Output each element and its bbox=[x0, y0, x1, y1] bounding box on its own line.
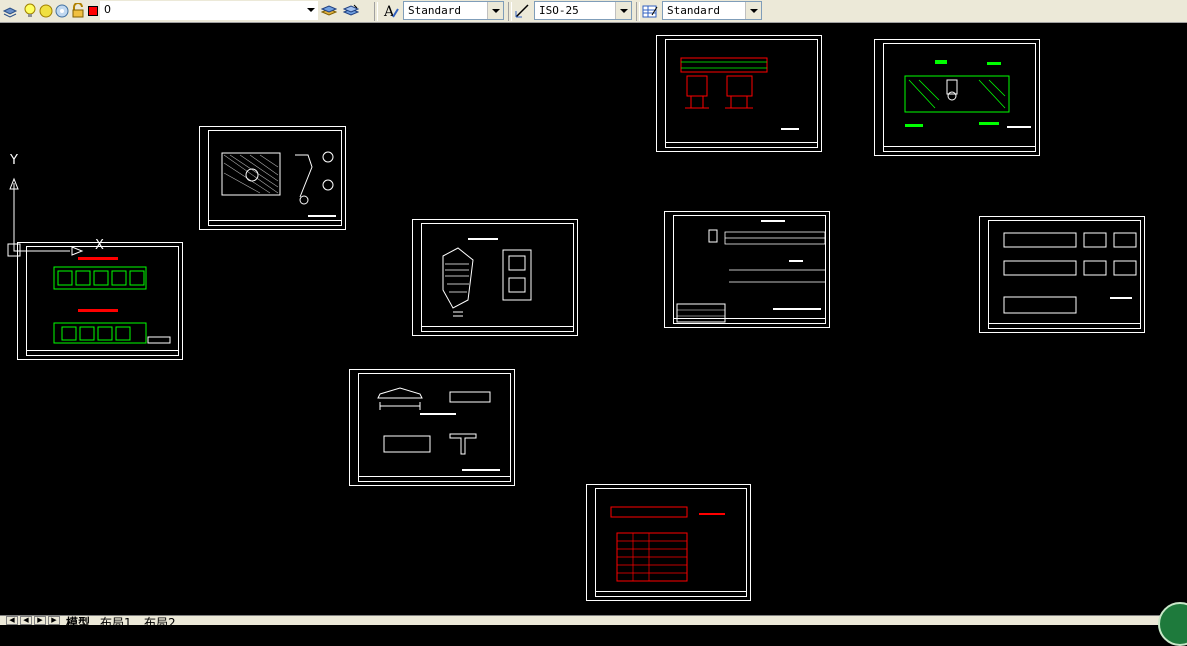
drawing-sheet-3[interactable] bbox=[412, 219, 578, 336]
drawing-sheet-6[interactable] bbox=[874, 39, 1040, 156]
drawing-sheet-8[interactable] bbox=[979, 216, 1145, 333]
text-style-icon[interactable]: A bbox=[383, 3, 399, 20]
ucs-y-label: Y bbox=[10, 153, 18, 168]
dim-style-icon[interactable] bbox=[514, 3, 530, 19]
text-style-value: Standard bbox=[408, 4, 461, 17]
layer-previous-icon[interactable] bbox=[342, 3, 360, 19]
layer-dropdown[interactable]: 0 bbox=[100, 1, 318, 20]
drawing-sheet-4[interactable] bbox=[349, 369, 515, 486]
drawing-canvas[interactable]: Y X bbox=[0, 23, 1187, 615]
chevron-down-icon[interactable] bbox=[745, 2, 761, 19]
dim-style-dropdown[interactable]: ISO-25 bbox=[534, 1, 632, 20]
table-style-value: Standard bbox=[667, 4, 720, 17]
drawing-sheet-9[interactable] bbox=[586, 484, 751, 601]
properties-toolbar: 0 A Standard ISO-25 Standard bbox=[0, 0, 1187, 23]
sun-icon[interactable] bbox=[38, 3, 54, 19]
toolbar-separator bbox=[508, 2, 512, 21]
toolbar-separator bbox=[636, 2, 640, 21]
layer-name: 0 bbox=[104, 3, 111, 16]
text-style-dropdown[interactable]: Standard bbox=[403, 1, 504, 20]
color-swatch-icon bbox=[88, 6, 98, 16]
drawing-sheet-1[interactable] bbox=[17, 242, 183, 360]
dim-style-value: ISO-25 bbox=[539, 4, 579, 17]
toolbar-separator bbox=[374, 2, 378, 21]
chevron-down-icon[interactable] bbox=[303, 1, 318, 18]
drawing-sheet-5[interactable] bbox=[656, 35, 822, 152]
drawing-sheet-2[interactable] bbox=[199, 126, 346, 230]
drawing-sheet-7[interactable] bbox=[664, 211, 830, 328]
table-style-dropdown[interactable]: Standard bbox=[662, 1, 762, 20]
layer-manager-icon[interactable] bbox=[320, 3, 338, 19]
lightbulb-icon[interactable] bbox=[22, 3, 38, 19]
chevron-down-icon[interactable] bbox=[615, 2, 631, 19]
layer-stack-icon[interactable] bbox=[2, 3, 18, 19]
chevron-down-icon[interactable] bbox=[487, 2, 503, 19]
freeze-icon[interactable] bbox=[54, 3, 70, 19]
table-style-icon[interactable] bbox=[642, 3, 658, 19]
lock-icon[interactable] bbox=[70, 2, 86, 19]
